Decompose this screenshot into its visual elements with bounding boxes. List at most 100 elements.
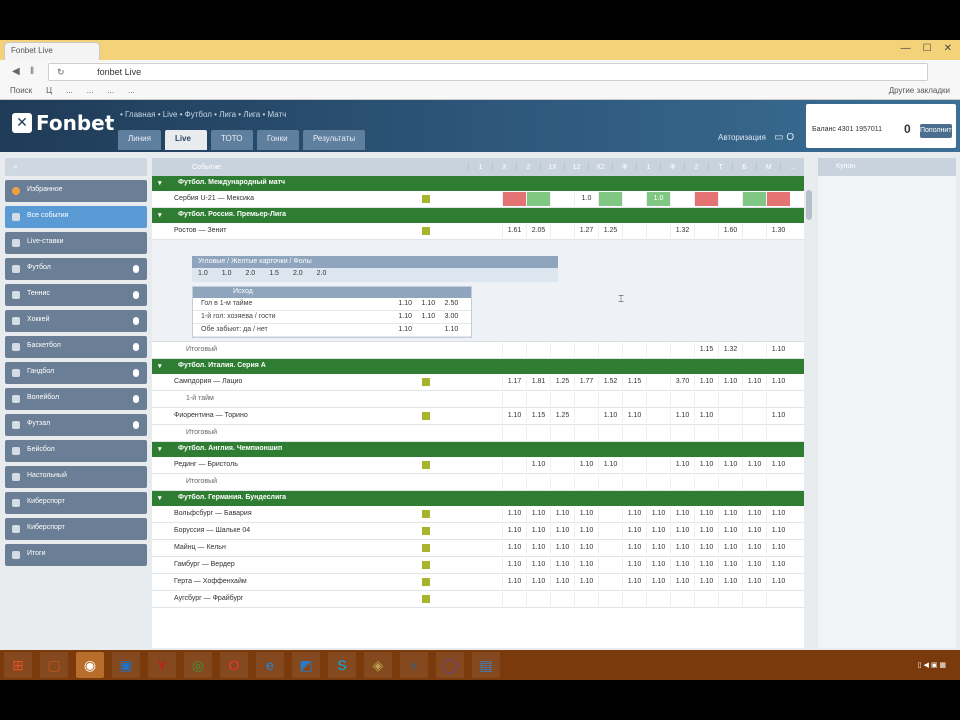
odd-cell[interactable]: 1.10 xyxy=(574,507,598,521)
event-row[interactable]: Боруссия — Шальке 04 1.10 1.10 1.10 1.10 1.10… xyxy=(152,523,804,540)
odd-cell[interactable]: 1.10 xyxy=(718,541,742,555)
odd-cell[interactable] xyxy=(598,558,622,572)
tab-live[interactable]: Live xyxy=(164,130,207,150)
odd-cell[interactable] xyxy=(526,475,550,489)
tab-toto[interactable]: ТОТО xyxy=(210,130,253,150)
league-section-header[interactable]: ▾ Футбол. Россия. Премьер-Лига xyxy=(152,208,804,223)
odd-cell[interactable]: 1.10 xyxy=(766,409,790,423)
skype-icon[interactable]: S xyxy=(328,652,356,678)
odd-cell[interactable] xyxy=(598,343,622,357)
odd-cell[interactable] xyxy=(742,192,766,206)
odd-cell[interactable] xyxy=(598,575,622,589)
odd-cell[interactable]: 1.15 xyxy=(622,375,646,389)
stats-icon[interactable] xyxy=(422,510,430,518)
column-header[interactable]: Ф xyxy=(660,163,684,171)
odd-cell[interactable]: 1.10 xyxy=(622,558,646,572)
odd-cell[interactable] xyxy=(694,475,718,489)
odd-cell[interactable]: 2.0 xyxy=(317,270,327,277)
odd-cell[interactable] xyxy=(718,392,742,406)
odd-cell[interactable] xyxy=(550,224,574,238)
reload-icon[interactable]: ↻ xyxy=(57,67,65,77)
stats-icon[interactable] xyxy=(422,527,430,535)
odd-cell[interactable] xyxy=(718,192,742,206)
odd-cell[interactable]: 1.61 xyxy=(502,224,526,238)
odd-cell[interactable]: 1.10 xyxy=(598,458,622,472)
windows-start-icon[interactable]: ⊞ xyxy=(4,652,32,678)
odd-cell[interactable]: 1.10 xyxy=(417,313,440,321)
event-name[interactable]: Аугсбург — Фрайбург xyxy=(174,595,243,602)
odd-cell[interactable]: 1.17 xyxy=(502,375,526,389)
odd-cell[interactable] xyxy=(598,524,622,538)
bookmark-item[interactable]: Поиск xyxy=(10,86,32,97)
event-row[interactable]: Сербия U-21 — Мексика 1.0 1.0 xyxy=(152,191,804,208)
odd-cell[interactable] xyxy=(694,392,718,406)
odd-cell[interactable] xyxy=(622,592,646,606)
odd-cell[interactable]: 1.10 xyxy=(440,326,463,334)
stats-icon[interactable] xyxy=(422,461,430,469)
event-name[interactable]: Герта — Хоффенхайм xyxy=(174,578,247,585)
collapse-icon[interactable]: ▾ xyxy=(158,494,162,502)
sidebar-item[interactable]: Live-ставки xyxy=(5,232,147,254)
column-header[interactable]: Б xyxy=(732,163,756,171)
header-auth[interactable]: Авторизация ▭ O xyxy=(718,132,794,143)
odd-cell[interactable]: 1.10 xyxy=(670,458,694,472)
odd-cell[interactable] xyxy=(646,426,670,440)
odd-cell[interactable] xyxy=(598,192,622,206)
minimize-icon[interactable]: — xyxy=(901,43,911,54)
odd-cell[interactable] xyxy=(550,592,574,606)
tab-results[interactable]: Результаты xyxy=(302,130,366,150)
odd-cell[interactable] xyxy=(550,475,574,489)
odd-cell[interactable]: 1.10 xyxy=(718,524,742,538)
odd-cell[interactable]: 1.10 xyxy=(694,409,718,423)
odd-cell[interactable]: 1.10 xyxy=(574,524,598,538)
stats-icon[interactable] xyxy=(422,595,430,603)
event-row[interactable]: Вольфсбург — Бавария 1.10 1.10 1.10 1.10 1.10… xyxy=(152,506,804,523)
odd-cell[interactable]: 1.32 xyxy=(718,343,742,357)
odd-cell[interactable] xyxy=(622,224,646,238)
back-icon[interactable]: ◀ xyxy=(12,66,20,77)
odd-cell[interactable]: 1.10 xyxy=(766,458,790,472)
event-row[interactable]: Аугсбург — Фрайбург xyxy=(152,591,804,608)
odd-cell[interactable]: 1.10 xyxy=(694,541,718,555)
odd-cell[interactable] xyxy=(550,192,574,206)
sidebar-item[interactable]: Баскетбол xyxy=(5,336,147,358)
odd-cell[interactable] xyxy=(502,426,526,440)
odd-cell[interactable]: 1.10 xyxy=(646,524,670,538)
odd-cell[interactable] xyxy=(574,392,598,406)
odd-cell[interactable] xyxy=(622,343,646,357)
event-name[interactable]: Майнц — Кельн xyxy=(174,544,226,551)
odd-cell[interactable]: 1.10 xyxy=(502,507,526,521)
stats-icon[interactable] xyxy=(422,412,430,420)
odd-cell[interactable]: 2.50 xyxy=(440,300,463,308)
sidebar-item[interactable]: Волейбол xyxy=(5,388,147,410)
event-row[interactable]: Фиорентина — Торино 1.10 1.15 1.25 1.10 1.10 1… xyxy=(152,408,804,425)
address-bar[interactable]: ↻ fonbet Live xyxy=(48,63,928,81)
odd-cell[interactable] xyxy=(670,426,694,440)
bookmark-item[interactable]: ... xyxy=(87,86,94,97)
odd-cell[interactable] xyxy=(718,592,742,606)
odd-cell[interactable] xyxy=(766,392,790,406)
odd-cell[interactable]: 1.10 xyxy=(502,409,526,423)
odd-cell[interactable]: 1.10 xyxy=(718,575,742,589)
odd-cell[interactable]: 1.77 xyxy=(574,375,598,389)
odd-cell[interactable]: 1.10 xyxy=(742,458,766,472)
league-section-header[interactable]: ▾ Футбол. Италия. Серия А xyxy=(152,359,804,374)
desktop-icon[interactable]: ▤ xyxy=(472,652,500,678)
event-name[interactable]: Фиорентина — Торино xyxy=(174,412,248,419)
odd-cell[interactable]: 1.10 xyxy=(766,375,790,389)
stats-icon[interactable] xyxy=(422,544,430,552)
app-icon[interactable]: ♦ xyxy=(400,652,428,678)
odd-cell[interactable]: 1.30 xyxy=(766,224,790,238)
sub-row[interactable]: 1-й тайм xyxy=(152,391,804,408)
odd-cell[interactable]: 1.10 xyxy=(718,375,742,389)
odd-cell[interactable] xyxy=(598,507,622,521)
odd-cell[interactable]: 1.10 xyxy=(598,409,622,423)
odd-cell[interactable]: 1.10 xyxy=(742,575,766,589)
odd-cell[interactable]: 1.10 xyxy=(694,375,718,389)
event-row[interactable]: Герта — Хоффенхайм 1.10 1.10 1.10 1.10 1.10 1.… xyxy=(152,574,804,591)
odd-cell[interactable]: 1.15 xyxy=(694,343,718,357)
column-header[interactable]: 2 xyxy=(516,163,540,171)
odd-cell[interactable]: 1.10 xyxy=(646,558,670,572)
event-name[interactable]: 1-й тайм xyxy=(186,395,214,402)
odd-cell[interactable]: 2.0 xyxy=(245,270,255,277)
